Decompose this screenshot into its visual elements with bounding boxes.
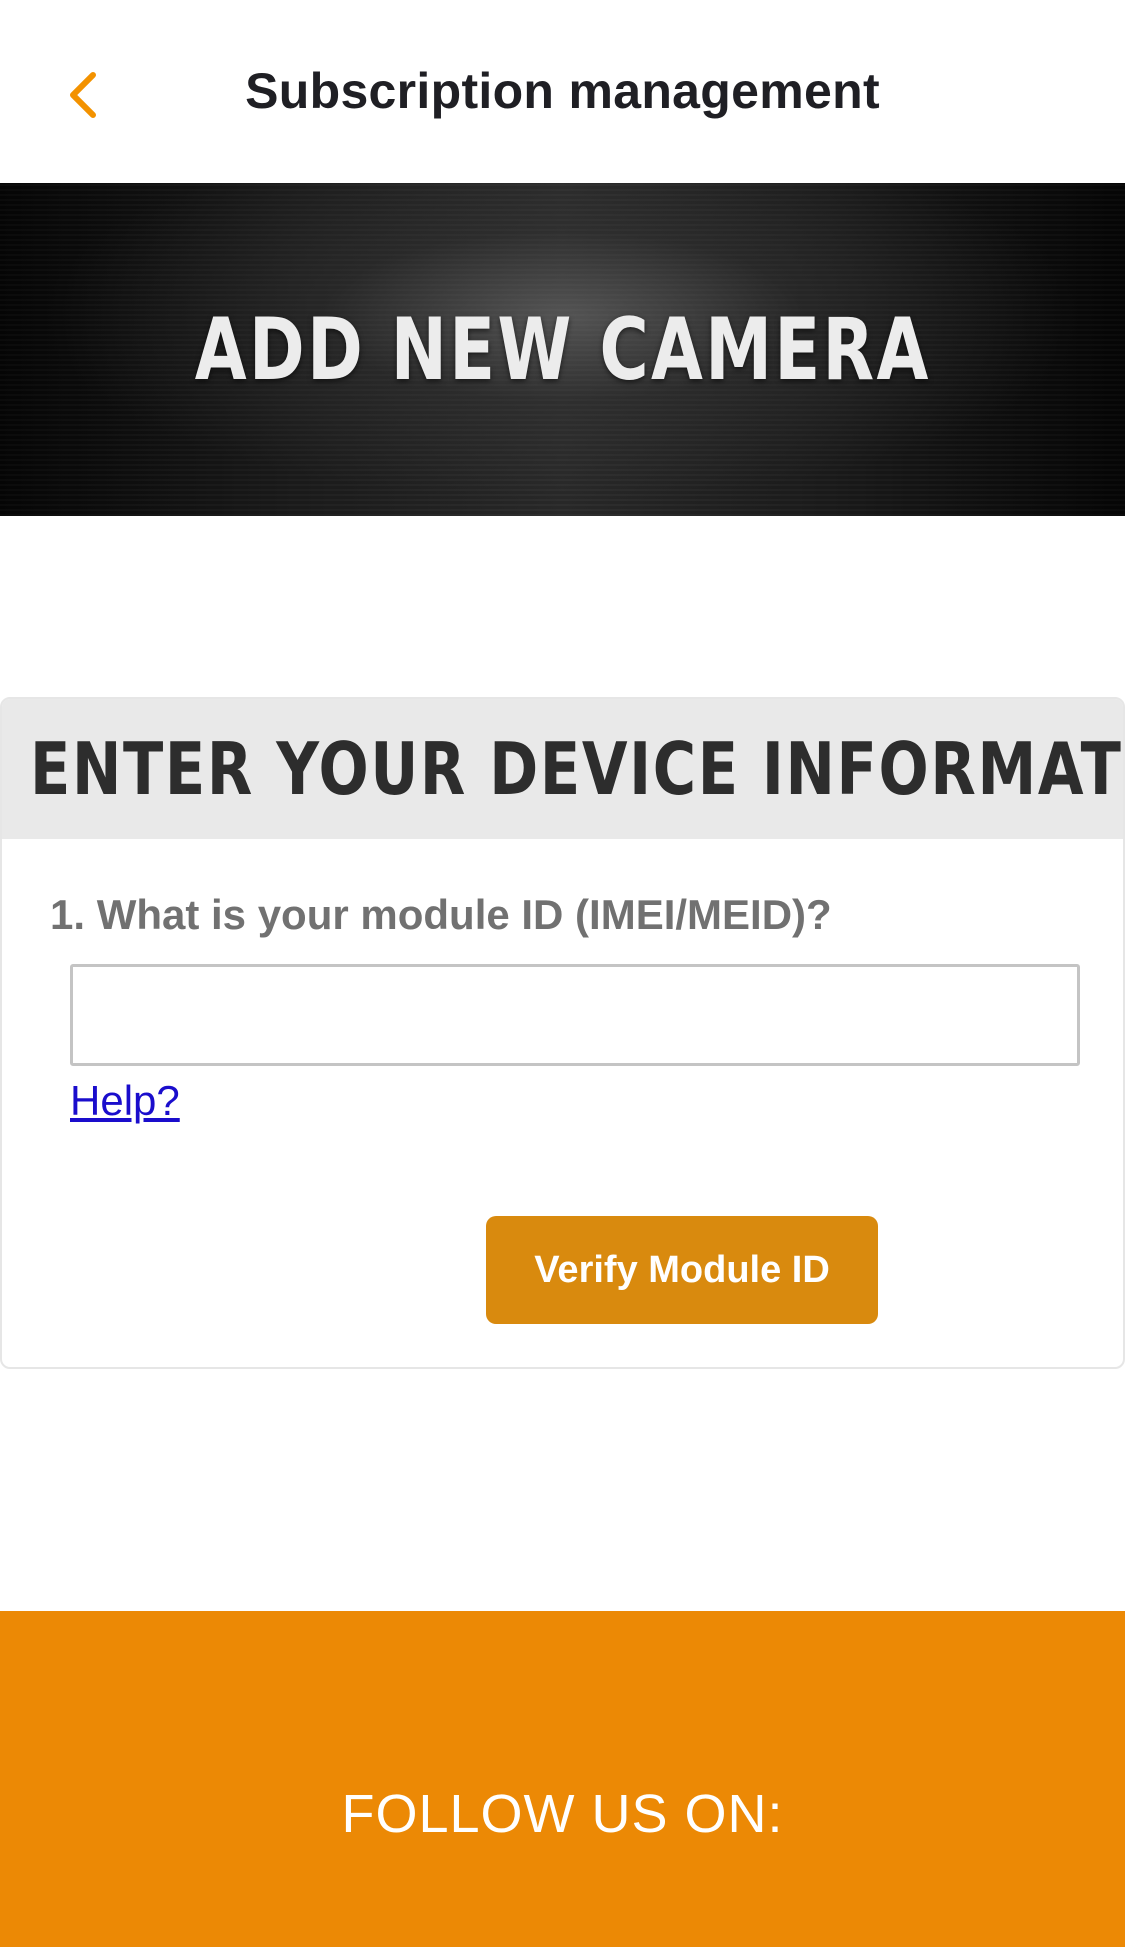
footer: FOLLOW US ON: [0, 1611, 1125, 1947]
card-header: ENTER YOUR DEVICE INFORMATION [2, 699, 1123, 839]
help-link[interactable]: Help? [70, 1077, 180, 1125]
hero-banner: ADD NEW CAMERA [0, 183, 1125, 516]
card-heading: ENTER YOUR DEVICE INFORMATION [30, 727, 1123, 811]
page-title: Subscription management [245, 63, 880, 119]
module-id-question: 1. What is your module ID (IMEI/MEID)? [50, 891, 832, 938]
follow-us-label: FOLLOW US ON: [341, 1784, 784, 1844]
top-app-bar: Subscription management [0, 0, 1125, 183]
hero-title: ADD NEW CAMERA [194, 299, 931, 400]
verify-module-id-button[interactable]: Verify Module ID [486, 1216, 878, 1324]
device-information-card: ENTER YOUR DEVICE INFORMATION 1. What is… [0, 697, 1125, 1369]
module-id-input[interactable] [70, 964, 1080, 1066]
